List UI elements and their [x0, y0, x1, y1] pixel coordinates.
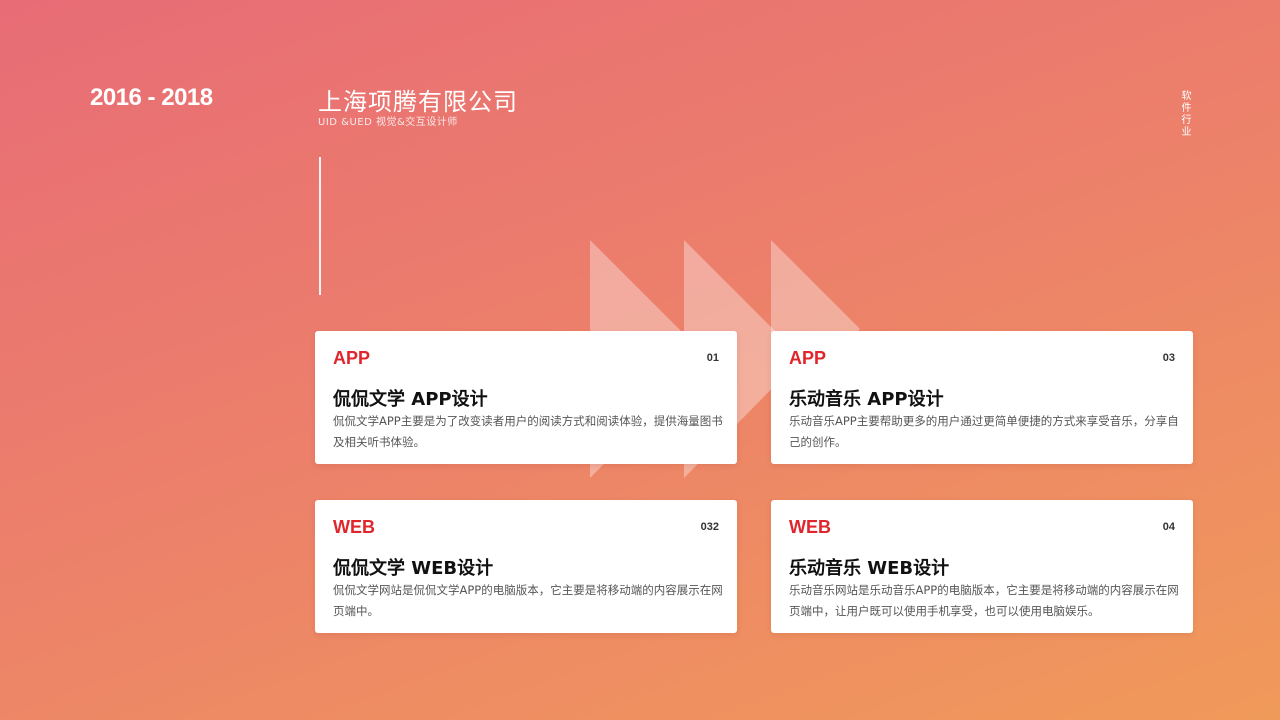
card-number: 01: [706, 352, 719, 364]
project-card: APP 01 侃侃文学 APP设计 侃侃文学APP主要是为了改变读者用户的阅读方…: [315, 331, 737, 464]
divider-line: [319, 157, 321, 295]
card-description: 侃侃文学APP主要是为了改变读者用户的阅读方式和阅读体验，提供海量图书及相关听书…: [333, 414, 723, 449]
card-description: 侃侃文学网站是侃侃文学APP的电脑版本，它主要是将移动端的内容展示在网页端中。: [333, 583, 723, 618]
card-description: 乐动音乐APP主要帮助更多的用户通过更简单便捷的方式来享受音乐，分享自己的创作。: [789, 414, 1179, 449]
card-tag: WEB: [789, 517, 831, 537]
card-tag: APP: [789, 348, 827, 368]
card-title: 乐动音乐 APP设计: [789, 389, 944, 410]
company-name: 上海项腾有限公司: [318, 88, 518, 116]
project-card: WEB 04 乐动音乐 WEB设计 乐动音乐网站是乐动音乐APP的电脑版本，它主…: [771, 500, 1193, 633]
industry-label: 软件行业: [1179, 90, 1190, 138]
card-number: 03: [1162, 352, 1175, 364]
card-number: 032: [700, 521, 719, 533]
card-description: 乐动音乐网站是乐动音乐APP的电脑版本，它主要是将移动端的内容展示在网页端中，让…: [789, 583, 1179, 618]
years-range: 2016 - 2018: [90, 84, 213, 111]
card-tag: APP: [333, 348, 371, 368]
project-card: WEB 032 侃侃文学 WEB设计 侃侃文学网站是侃侃文学APP的电脑版本，它…: [315, 500, 737, 633]
card-title: 乐动音乐 WEB设计: [789, 558, 950, 579]
project-card: APP 03 乐动音乐 APP设计 乐动音乐APP主要帮助更多的用户通过更简单便…: [771, 331, 1193, 464]
card-title: 侃侃文学 WEB设计: [333, 558, 494, 579]
card-title: 侃侃文学 APP设计: [333, 389, 488, 410]
job-subtitle: UID &UED 视觉&交互设计师: [318, 117, 458, 128]
card-number: 04: [1162, 521, 1175, 533]
card-tag: WEB: [333, 517, 375, 537]
